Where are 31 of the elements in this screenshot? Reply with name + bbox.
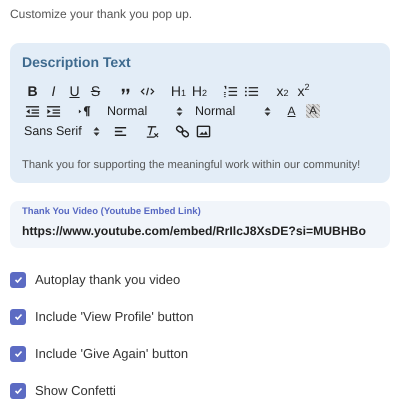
format-button[interactable]: x$^{2}$ <box>293 81 314 101</box>
format-dropdown[interactable]: Sans Serif <box>22 121 100 141</box>
intro-text: Customize your thank you pop up. <box>10 6 194 23</box>
dropdown-arrows-icon <box>93 126 100 136</box>
underline-button[interactable]: U <box>64 81 85 101</box>
italic-button[interactable]: I <box>43 81 64 101</box>
link-input[interactable]: https://www.youtube.com/embed/RrIlcJ8XsDE?si=MUBHBo <box>22 222 378 240</box>
checkbox-label: Autoplay thank you video <box>35 271 180 290</box>
checkbox-label: Include 'View Profile' button <box>35 308 194 326</box>
checkmark-icon <box>14 387 22 396</box>
bold-button[interactable]: B <box>22 81 43 101</box>
checkbox-label: Include 'Give Again' button <box>35 345 188 364</box>
editor-title: Description Text <box>22 53 132 72</box>
checkmark-icon <box>14 350 22 358</box>
checkmark-icon <box>14 276 22 284</box>
checkbox[interactable] <box>10 346 26 362</box>
strikethrough-button[interactable]: S <box>85 81 106 101</box>
format-dropdown[interactable]: Normal <box>105 101 183 121</box>
dropdown-arrows-icon <box>176 106 183 116</box>
checkbox-label: Show Confetti <box>35 382 116 400</box>
text-color-button[interactable]: A <box>281 101 302 121</box>
checkbox[interactable] <box>10 272 26 288</box>
dropdown-arrows-icon <box>264 106 271 116</box>
video-link-field[interactable]: Thank You Video (Youtube Embed Link) https://www.youtube.com/embed/RrIlcJ8XsDE?si=MUBHBo <box>10 200 390 248</box>
checkbox[interactable] <box>10 383 26 400</box>
background-color-button[interactable]: A <box>306 104 320 118</box>
editor-content[interactable]: Thank you for supporting the meaningful work within our community! <box>22 157 380 174</box>
format-dropdown[interactable]: Normal <box>193 101 271 121</box>
checkmark-icon <box>14 313 22 322</box>
checkbox[interactable] <box>10 309 26 326</box>
field-label: Thank You Video (Youtube Embed Link) <box>22 204 202 219</box>
